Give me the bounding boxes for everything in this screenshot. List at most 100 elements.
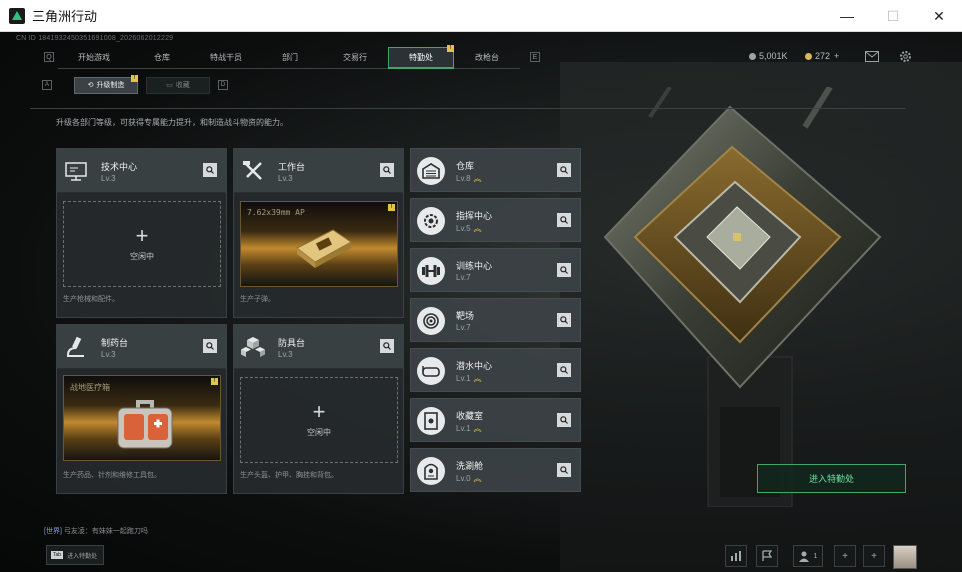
ticket-icon (805, 52, 812, 60)
production-slot-ammo[interactable]: 7.62x39mm AP ! (240, 201, 398, 287)
facility-command-center[interactable]: 指挥中心 Lv.5 ︽ (410, 198, 581, 242)
invite-slot-2[interactable]: + (863, 545, 885, 567)
squad-button[interactable] (756, 545, 778, 567)
facility-name: 指挥中心 (456, 211, 493, 221)
facility-level: Lv.1 ︽ (456, 424, 482, 433)
notification-badge: ! (388, 204, 395, 211)
nav-next-key[interactable]: E (530, 52, 540, 62)
nav-prev-key[interactable]: Q (44, 52, 54, 62)
facility-name: 仓库 (456, 161, 475, 171)
production-slot-medkit[interactable]: 战地医疗箱 ! (63, 375, 221, 461)
subtab-upgrade-craft[interactable]: ⟲ 升级制造 ! (74, 74, 138, 94)
facility-level: Lv.5 ︽ (456, 224, 482, 233)
subtab-upgrade-label: 升级制造 (96, 82, 125, 89)
facility-training-center[interactable]: 训练中心 Lv.7 (410, 248, 581, 292)
facility-wash-chamber[interactable]: 洗涮舱 Lv.0 ︽ (410, 448, 581, 492)
tab-trade[interactable]: 交易行 (322, 47, 388, 69)
friends-icon (798, 551, 809, 562)
station-header: 技术中心 Lv.3 (57, 149, 226, 193)
search-button[interactable] (557, 263, 571, 277)
search-icon (560, 216, 568, 224)
subtab-next-key[interactable]: D (218, 80, 228, 90)
search-icon (560, 316, 568, 324)
search-button[interactable] (380, 163, 394, 177)
window-title: 三角洲行动 (32, 9, 98, 24)
station-footer: 生产药品、针剂和维修工具包。 (63, 472, 161, 479)
station-name: 防具台 (278, 338, 306, 348)
stats-button[interactable] (725, 545, 747, 567)
ticket-add-icon[interactable]: + (834, 51, 839, 61)
avatar[interactable] (893, 545, 917, 569)
tab-departments[interactable]: 部门 (258, 47, 322, 69)
tab-special-ops[interactable]: 特勤处 ! (388, 45, 454, 69)
facility-name: 潜水中心 (456, 361, 493, 371)
production-slot-empty[interactable]: + 空闲中 (63, 201, 221, 287)
station-card-pharmacy[interactable]: 制药台 Lv.3 战地医疗箱 ! 生产药品、针剂和维修工具包。 (56, 324, 227, 494)
search-button[interactable] (557, 163, 571, 177)
flag-icon (762, 550, 773, 561)
tab-start-game[interactable]: 开始游戏 (58, 47, 130, 69)
item-name: 战地医疗箱 (70, 383, 110, 392)
enter-special-ops-button[interactable]: 进入特勤处 (757, 464, 906, 493)
target-icon (417, 307, 445, 335)
facility-level: Lv.7 (456, 323, 471, 332)
station-card-armor[interactable]: 防具台 Lv.3 + 空闲中 生产头盔、护甲、胸挂和背包。 (233, 324, 404, 494)
search-button[interactable] (557, 363, 571, 377)
search-icon (560, 416, 568, 424)
gear-icon[interactable] (899, 50, 912, 63)
search-button[interactable] (557, 213, 571, 227)
production-slot-empty[interactable]: + 空闲中 (240, 377, 398, 463)
facility-level: Lv.7 (456, 273, 471, 282)
command-icon (417, 207, 445, 235)
station-header: 工作台 Lv.3 (234, 149, 403, 193)
page-description: 升级各部门等级，可获得专属能力提升，和制造战斗物资的能力。 (56, 118, 288, 127)
tab-hint[interactable]: Tab 进入特勤处 (46, 545, 104, 565)
search-button[interactable] (380, 339, 394, 353)
collection-icon (417, 407, 445, 435)
station-card-tech-center[interactable]: 技术中心 Lv.3 + 空闲中 生产枪械和配件。 (56, 148, 227, 318)
goggles-icon (417, 357, 445, 385)
facility-name: 训练中心 (456, 261, 493, 271)
subtab-collection[interactable]: ▭ 收藏 (146, 76, 210, 94)
chat-line[interactable]: [世界] 弓友凌：有妹妹一起跑刀吗 (44, 526, 148, 536)
station-card-workbench[interactable]: 工作台 Lv.3 7.62x39mm AP ! 生产子弹。 (233, 148, 404, 318)
ticket-balance[interactable]: 272 + (805, 51, 839, 61)
station-footer: 生产头盔、护甲、胸挂和背包。 (240, 472, 338, 479)
search-icon (560, 166, 568, 174)
top-nav: 开始游戏 仓库 特战干员 部门 交易行 特勤处 ! 改枪台 (58, 45, 520, 69)
close-button[interactable]: ✕ (916, 0, 962, 32)
section-divider (30, 108, 906, 109)
item-name: 7.62x39mm AP (247, 208, 305, 217)
friends-button[interactable]: 1 (793, 545, 823, 567)
subtab-prev-key[interactable]: A (42, 80, 52, 90)
plus-icon: + (135, 222, 149, 248)
facility-warehouse[interactable]: 仓库 Lv.8 ︽ (410, 148, 581, 192)
search-button[interactable] (203, 163, 217, 177)
tab-gunsmith[interactable]: 改枪台 (454, 47, 520, 69)
slot-status: 空闲中 (307, 427, 331, 437)
microscope-icon (63, 334, 89, 360)
facility-diving-center[interactable]: 潜水中心 Lv.1 ︽ (410, 348, 581, 392)
search-button[interactable] (557, 313, 571, 327)
facility-name: 收藏室 (456, 411, 484, 421)
tab-warehouse[interactable]: 仓库 (130, 47, 194, 69)
station-name: 工作台 (278, 162, 306, 172)
coin-amount: 5,001K (759, 51, 788, 61)
station-level: Lv.3 (278, 174, 293, 183)
search-button[interactable] (203, 339, 217, 353)
mail-icon[interactable] (865, 51, 879, 62)
station-header: 防具台 Lv.3 (234, 325, 403, 369)
maximize-button[interactable]: ☐ (870, 0, 916, 32)
tab-operators[interactable]: 特战干员 (194, 47, 258, 69)
upgrade-available-icon: ︽ (473, 224, 482, 233)
search-button[interactable] (557, 413, 571, 427)
invite-slot-1[interactable]: + (834, 545, 856, 567)
facility-shooting-range[interactable]: 靶场 Lv.7 (410, 298, 581, 342)
facility-collection-room[interactable]: 收藏室 Lv.1 ︽ (410, 398, 581, 442)
minimize-button[interactable]: — (824, 0, 870, 32)
coin-balance: 5,001K (749, 51, 788, 61)
game-viewport: CN ID 1841932450351691008_2026062012229 … (0, 32, 962, 572)
station-level: Lv.3 (278, 350, 293, 359)
search-button[interactable] (557, 463, 571, 477)
capsule-icon (417, 457, 445, 485)
